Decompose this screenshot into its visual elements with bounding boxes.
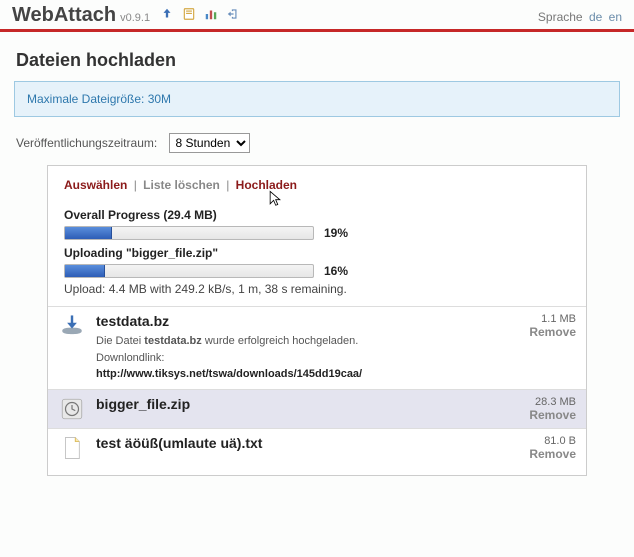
lang-de[interactable]: de [589, 10, 602, 24]
page-icon[interactable] [182, 7, 196, 21]
remove-button[interactable]: Remove [506, 447, 576, 461]
language-label: Sprache [538, 10, 583, 24]
file-row: bigger_file.zip 28.3 MB Remove [48, 389, 586, 428]
current-progress-label: Uploading "bigger_file.zip" [64, 246, 570, 260]
overall-progress-fill [65, 227, 112, 239]
app-version: v0.9.1 [120, 12, 150, 24]
progress-block: Overall Progress (29.4 MB) 19% Uploading… [48, 198, 586, 306]
document-icon [58, 435, 86, 461]
current-progress-bar [64, 264, 314, 278]
upload-panel: Auswählen | Liste löschen | Hochladen Ov… [47, 165, 587, 476]
file-name: testdata.bz [96, 313, 496, 329]
file-size: 1.1 MB [506, 313, 576, 325]
select-files-link[interactable]: Auswählen [64, 178, 127, 192]
download-link[interactable]: http://www.tiksys.net/tswa/downloads/145… [96, 368, 362, 380]
download-complete-icon [58, 313, 86, 339]
page-title: Dateien hochladen [16, 50, 620, 71]
action-row: Auswählen | Liste löschen | Hochladen [48, 178, 586, 198]
lang-en[interactable]: en [609, 10, 622, 24]
file-row: testdata.bz Die Datei testdata.bz wurde … [48, 306, 586, 389]
publish-duration-label: Veröffentlichungszeitraum: [16, 136, 157, 150]
current-progress-pct: 16% [324, 264, 348, 278]
upload-detail-text: Upload: 4.4 MB with 249.2 kB/s, 1 m, 38 … [64, 282, 570, 296]
language-switch: Sprache de en [538, 10, 622, 24]
app-title: WebAttach [12, 4, 116, 27]
topbar: WebAttach v0.9.1 Sprache de en [0, 0, 634, 32]
info-box: Maximale Dateigröße: 30M [14, 81, 620, 117]
overall-progress-bar [64, 226, 314, 240]
top-icons [160, 7, 240, 21]
file-size: 28.3 MB [506, 396, 576, 408]
overall-progress-pct: 19% [324, 226, 348, 240]
clear-list-link[interactable]: Liste löschen [143, 178, 220, 192]
publish-duration-row: Veröffentlichungszeitraum: 8 Stunden [16, 133, 620, 153]
content: Dateien hochladen Maximale Dateigröße: 3… [0, 32, 634, 494]
uploading-clock-icon [58, 396, 86, 422]
file-row: test äöüß(umlaute uä).txt 81.0 B Remove [48, 428, 586, 467]
overall-progress-label: Overall Progress (29.4 MB) [64, 208, 570, 222]
file-size: 81.0 B [506, 435, 576, 447]
logout-icon[interactable] [226, 7, 240, 21]
file-success-message: Die Datei testdata.bz wurde erfolgreich … [96, 333, 496, 383]
file-name: test äöüß(umlaute uä).txt [96, 435, 496, 451]
remove-button[interactable]: Remove [506, 408, 576, 422]
upload-link[interactable]: Hochladen [236, 178, 297, 192]
remove-button[interactable]: Remove [506, 325, 576, 339]
upload-arrow-icon[interactable] [160, 7, 174, 21]
chart-icon[interactable] [204, 7, 218, 21]
current-progress-fill [65, 265, 105, 277]
publish-duration-select[interactable]: 8 Stunden [169, 133, 250, 153]
file-name: bigger_file.zip [96, 396, 496, 412]
